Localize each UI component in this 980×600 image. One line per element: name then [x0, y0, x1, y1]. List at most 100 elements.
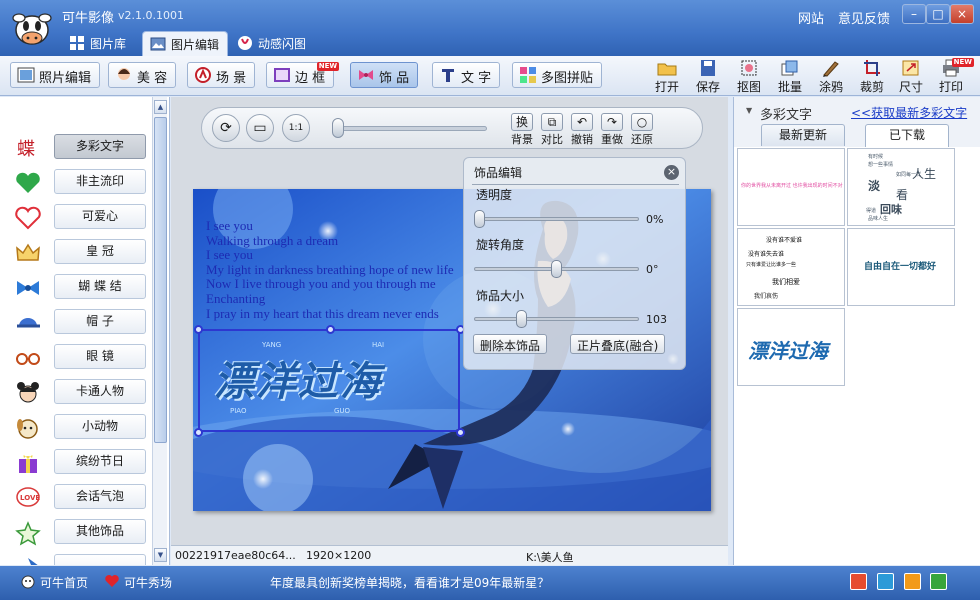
category-label[interactable]: 多彩文字: [54, 134, 146, 159]
home-link[interactable]: 可牛首页: [20, 574, 88, 591]
close-button[interactable]: ×: [950, 4, 974, 24]
category-label[interactable]: 眼 镜: [54, 344, 146, 369]
feedback-link[interactable]: 意见反馈: [838, 8, 890, 27]
collage-icon: [520, 67, 536, 83]
open-button[interactable]: 打开: [650, 59, 684, 95]
category-label[interactable]: 可爱心: [54, 204, 146, 229]
get-more-link[interactable]: <<获取最新多彩文字: [851, 104, 967, 121]
maximize-button[interactable]: □: [926, 4, 950, 24]
category-item[interactable]: 蝶 多彩文字: [14, 133, 148, 163]
category-item[interactable]: 非主流印: [14, 168, 148, 198]
zoom-slider-track[interactable]: [337, 126, 487, 131]
category-label[interactable]: 小动物: [54, 414, 146, 439]
multiply-blend-button[interactable]: 正片叠底(融合): [570, 334, 666, 354]
compare-button[interactable]: ⧉ 对比: [538, 113, 566, 147]
opacity-slider-track[interactable]: [474, 217, 639, 221]
scroll-down-arrow-icon[interactable]: ▼: [154, 548, 167, 562]
doodle-button[interactable]: 涂鸦: [814, 59, 848, 95]
print-button[interactable]: 打印 NEW: [934, 58, 974, 95]
save-label: 保存: [695, 80, 720, 94]
close-icon[interactable]: ×: [664, 165, 679, 180]
app-shortcut-icon[interactable]: [877, 573, 894, 590]
category-item[interactable]: 帽 子: [14, 308, 148, 338]
app-shortcut-icon[interactable]: [904, 573, 921, 590]
category-label[interactable]: 帽 子: [54, 309, 146, 334]
resize-button[interactable]: 尺寸: [894, 59, 928, 95]
doodle-label: 涂鸦: [818, 80, 843, 94]
category-label[interactable]: 其他饰品: [54, 519, 146, 544]
category-label[interactable]: 蝴 蝶 结: [54, 274, 146, 299]
category-label[interactable]: 皇 冠: [54, 239, 146, 264]
ornament-thumbnail[interactable]: 漂洋过海: [737, 308, 845, 386]
size-slider-track[interactable]: [474, 317, 639, 321]
category-label[interactable]: 会话气泡: [54, 484, 146, 509]
category-item[interactable]: 皇 冠: [14, 238, 148, 268]
rotation-slider-thumb[interactable]: [551, 260, 562, 278]
category-label[interactable]: 卡通人物: [54, 379, 146, 404]
size-slider-thumb[interactable]: [515, 310, 527, 328]
category-item[interactable]: 卡通人物: [14, 378, 148, 408]
crop-button[interactable]: 裁剪: [855, 59, 889, 95]
category-item[interactable]: 小动物: [14, 413, 148, 443]
category-scrollbar[interactable]: ▲ ▼: [152, 97, 167, 565]
tool-photo-edit[interactable]: 照片编辑: [10, 62, 101, 88]
ornament-selection-box[interactable]: 漂洋过海 YANG HAI PIAO GUO: [194, 325, 465, 437]
category-item[interactable]: 缤纷节日: [14, 448, 148, 478]
category-item[interactable]: 蝴 蝶 结: [14, 273, 148, 303]
brush-icon: [823, 61, 839, 77]
category-item[interactable]: 眼 镜: [14, 343, 148, 373]
scroll-thumb[interactable]: [154, 117, 167, 443]
tab-image-edit[interactable]: 图片编辑: [142, 31, 229, 56]
restore-button[interactable]: ○ 还原: [628, 113, 656, 147]
scroll-up-arrow-icon[interactable]: ▲: [154, 100, 167, 114]
tool-scene[interactable]: 场 景: [187, 62, 256, 88]
ornament-thumbnail[interactable]: 你的世界我从未离开过 也许我出现的时间不对: [737, 148, 845, 226]
tool-photo-edit-label: 照片编辑: [39, 71, 92, 86]
category-item-partial[interactable]: [14, 553, 148, 565]
batch-button[interactable]: 批量: [773, 59, 807, 95]
background-button[interactable]: 换 背景: [508, 113, 536, 147]
ornament-thumbnail[interactable]: 没有谁不爱谁 没有谁失去谁 只有谁爱让比谁多一些 我们相爱 我们哀伤: [737, 228, 845, 306]
tool-text[interactable]: 文 字: [432, 62, 501, 88]
resize-handle[interactable]: [194, 325, 203, 334]
svg-text:LOVE: LOVE: [20, 494, 40, 502]
app-shortcut-icon[interactable]: [850, 573, 867, 590]
tab-downloaded[interactable]: 已下载: [865, 124, 949, 147]
minimize-button[interactable]: –: [902, 4, 926, 24]
collapse-arrow-icon[interactable]: ▼: [746, 106, 752, 115]
redo-button[interactable]: ↷ 重做: [598, 113, 626, 147]
resize-handle[interactable]: [456, 428, 465, 437]
news-ticker[interactable]: 年度最具创新奖榜单揭晓，看看谁才是09年最新星？: [270, 574, 549, 591]
resize-handle[interactable]: [194, 428, 203, 437]
ornament-thumbnail[interactable]: 有时候 想一些事情 如同每一样 淡 人生 看 回味 得道 品味人生: [847, 148, 955, 226]
redo-label: 重做: [601, 133, 623, 146]
zoom-slider-thumb[interactable]: [332, 118, 344, 138]
undo-button[interactable]: ↶ 撤销: [568, 113, 596, 147]
ornament-thumbnail[interactable]: 自由自在一切都好: [847, 228, 955, 306]
tab-gallery[interactable]: 图片库: [62, 31, 134, 56]
fit-screen-button[interactable]: ▭: [246, 114, 274, 142]
category-item[interactable]: 其他饰品: [14, 518, 148, 548]
rotate-button[interactable]: ⟳: [212, 114, 240, 142]
website-link[interactable]: 网站: [798, 8, 824, 27]
opacity-slider-thumb[interactable]: [474, 210, 485, 228]
rotate-handle[interactable]: [326, 325, 335, 334]
category-partial-button[interactable]: [54, 554, 146, 565]
tool-frame-label: 边 框: [295, 71, 326, 86]
tool-frame[interactable]: 边 框 NEW: [266, 62, 340, 88]
tool-ornament[interactable]: 饰 品: [350, 62, 419, 88]
app-shortcut-icon[interactable]: [930, 573, 947, 590]
save-button[interactable]: 保存: [691, 59, 725, 95]
tab-flash[interactable]: 动感闪图: [230, 31, 314, 56]
category-label[interactable]: 非主流印: [54, 169, 146, 194]
show-link[interactable]: 可牛秀场: [104, 574, 172, 591]
category-label[interactable]: 缤纷节日: [54, 449, 146, 474]
delete-ornament-button[interactable]: 删除本饰品: [473, 334, 548, 354]
tab-latest[interactable]: 最新更新: [761, 124, 845, 146]
actual-size-button[interactable]: 1:1: [282, 114, 310, 142]
cutout-button[interactable]: 抠图: [732, 59, 766, 95]
tool-beauty[interactable]: 美 容: [108, 62, 177, 88]
tool-collage[interactable]: 多图拼贴: [512, 62, 603, 88]
category-item[interactable]: 可爱心: [14, 203, 148, 233]
category-item[interactable]: LOVE 会话气泡: [14, 483, 148, 513]
